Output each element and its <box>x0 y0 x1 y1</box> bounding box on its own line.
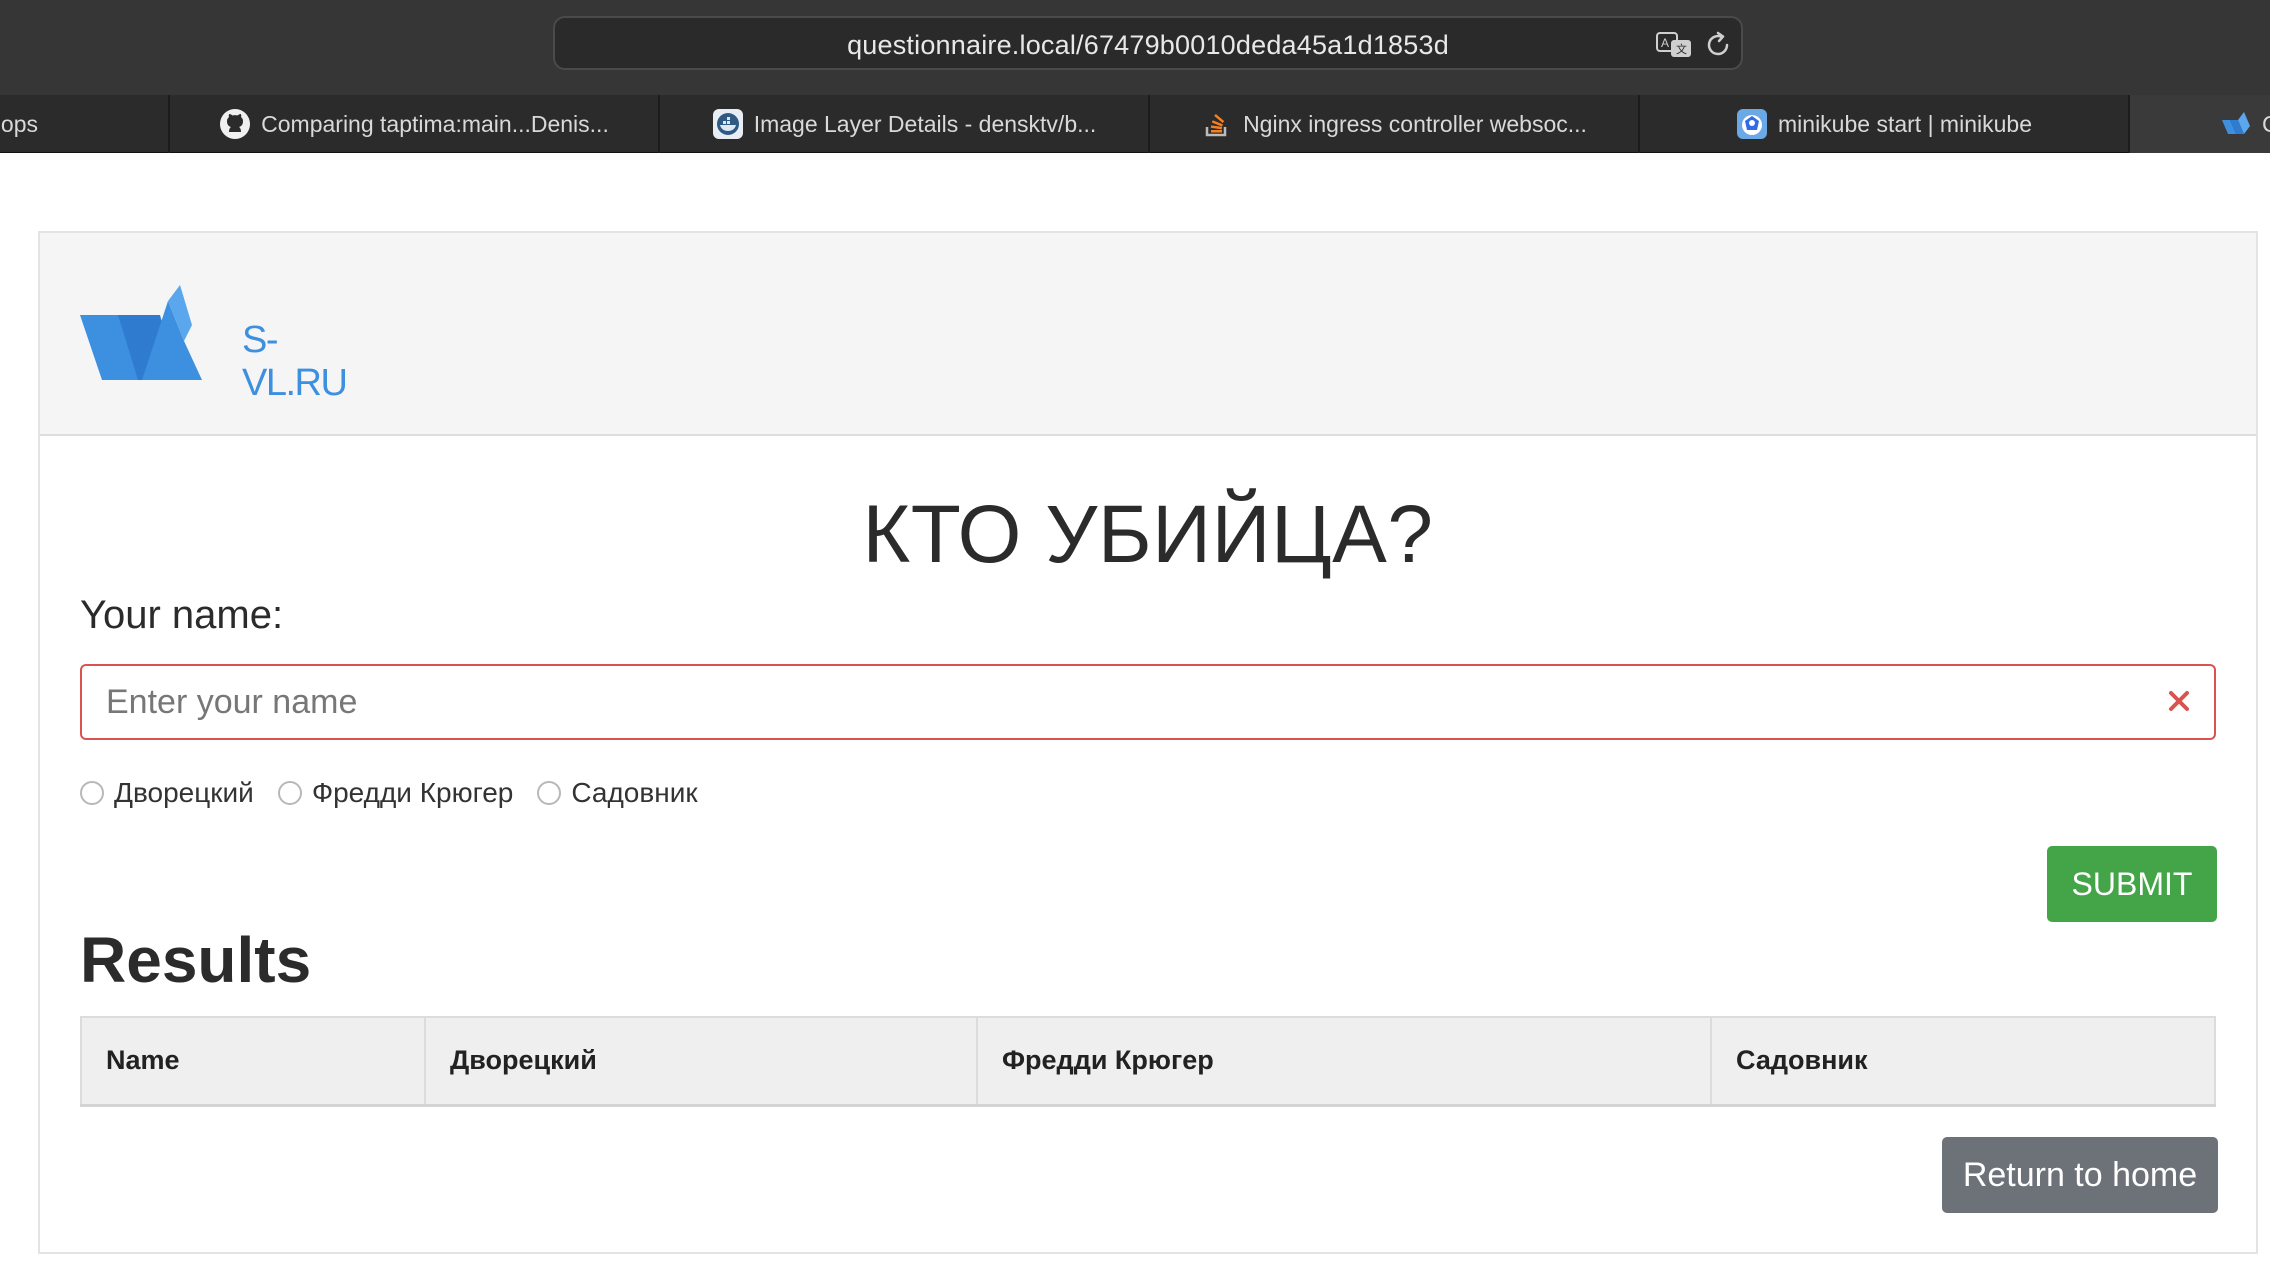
radio-button[interactable] <box>277 781 302 805</box>
radio-button[interactable] <box>537 781 562 805</box>
tab-svl[interactable]: C <box>2130 95 2270 153</box>
url-text[interactable]: questionnaire.local/67479b0010deda45a1d1… <box>555 30 1741 61</box>
name-input[interactable] <box>82 666 2142 738</box>
return-home-button[interactable]: Return to home <box>1942 1137 2218 1213</box>
option-gardener[interactable]: Садовник <box>537 777 698 809</box>
browser-toolbar: questionnaire.local/67479b0010deda45a1d1… <box>0 0 2270 95</box>
radio-button[interactable] <box>80 781 104 805</box>
submit-button[interactable]: SUBMIT <box>2047 846 2217 922</box>
option-label: Садовник <box>571 777 698 808</box>
option-label: Дворецкий <box>114 777 254 808</box>
tab-github[interactable]: Comparing taptima:main...Denis... <box>170 95 660 153</box>
tab-label: Nginx ingress controller websoc... <box>1243 110 1587 137</box>
stackoverflow-icon <box>1201 108 1233 140</box>
logo-text: S-VL.RU <box>242 319 348 404</box>
results-heading: Results <box>80 924 312 996</box>
site-header: S-VL.RU <box>40 233 2256 436</box>
name-label: Your name: <box>80 593 284 637</box>
svl-logo-icon <box>80 285 202 380</box>
translate-icon[interactable]: A 文 <box>1655 30 1695 60</box>
tab-label: C <box>2262 111 2270 138</box>
site-logo[interactable]: S-VL.RU <box>80 285 348 404</box>
option-label: Фредди Крюгер <box>311 777 514 808</box>
docker-icon <box>712 108 744 140</box>
results-table: Name Дворецкий Фредди Крюгер Садовник <box>80 1016 2216 1107</box>
tab-docker[interactable]: Image Layer Details - densktv/b... <box>660 95 1150 153</box>
tab-label: Image Layer Details - densktv/b... <box>753 110 1097 137</box>
option-butler[interactable]: Дворецкий <box>80 777 254 809</box>
svg-text:A: A <box>1661 36 1669 50</box>
svl-logo-icon <box>2220 108 2252 140</box>
column-header-freddy: Фредди Крюгер <box>977 1017 1712 1107</box>
tab-bar: ops Comparing taptima:main...Denis... Im… <box>0 95 2270 153</box>
tab-label: Comparing taptima:main...Denis... <box>261 110 609 137</box>
column-header-name: Name <box>81 1017 426 1107</box>
address-bar[interactable]: questionnaire.local/67479b0010deda45a1d1… <box>553 16 1743 70</box>
tab-stackoverflow[interactable]: Nginx ingress controller websoc... <box>1150 95 1640 153</box>
minikube-icon <box>1736 108 1768 140</box>
name-field-wrapper <box>80 664 2216 740</box>
tab-ops[interactable]: ops <box>0 95 170 153</box>
column-header-gardener: Садовник <box>1711 1017 2215 1107</box>
tab-minikube[interactable]: minikube start | minikube <box>1640 95 2130 153</box>
column-header-butler: Дворецкий <box>425 1017 978 1107</box>
tab-label: minikube start | minikube <box>1778 110 2032 137</box>
page-container: S-VL.RU КТО УБИЙЦА? Your name: Дворецкий… <box>38 231 2258 1254</box>
reload-icon[interactable] <box>1703 30 1733 60</box>
page-title: КТО УБИЙЦА? <box>862 489 1434 580</box>
option-freddy-krueger[interactable]: Фредди Крюгер <box>277 777 514 809</box>
github-icon <box>219 108 251 140</box>
table-header-row: Name Дворецкий Фредди Крюгер Садовник <box>81 1017 2215 1107</box>
suspect-options: Дворецкий Фредди Крюгер Садовник <box>80 773 698 813</box>
svg-text:文: 文 <box>1676 42 1687 56</box>
tab-label: ops <box>0 110 38 137</box>
clear-icon[interactable] <box>2164 686 2194 716</box>
